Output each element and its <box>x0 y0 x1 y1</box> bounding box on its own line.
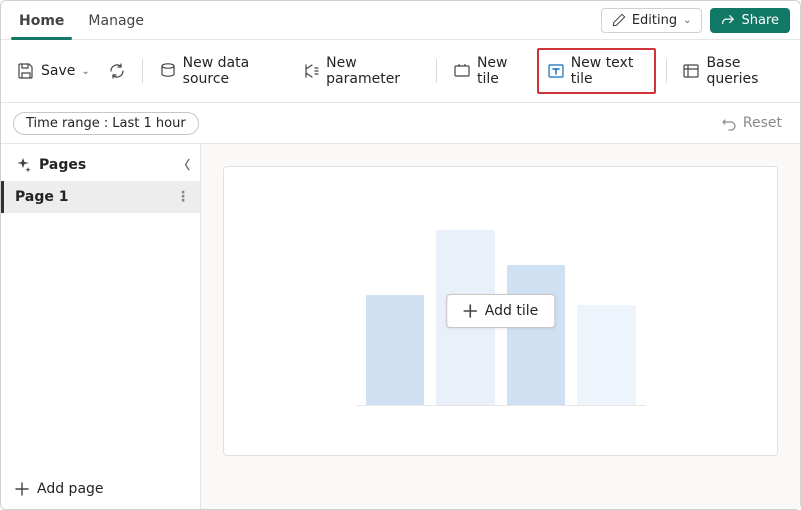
time-range-label: Time range : <box>26 116 108 131</box>
time-range-value: Last 1 hour <box>112 116 185 131</box>
page-item[interactable]: Page 1 ⋮ <box>1 181 200 213</box>
plus-icon <box>15 482 29 496</box>
share-label: Share <box>741 13 779 28</box>
new-tile-button[interactable]: New tile <box>447 51 531 91</box>
reset-label: Reset <box>743 115 782 131</box>
tab-home[interactable]: Home <box>11 7 72 39</box>
save-icon <box>17 62 35 80</box>
share-icon <box>721 13 735 27</box>
share-button[interactable]: Share <box>710 8 790 33</box>
toolbar-divider <box>666 59 667 83</box>
add-page-button[interactable]: Add page <box>1 469 200 509</box>
page-item-more-button[interactable]: ⋮ <box>176 190 190 204</box>
add-tile-label: Add tile <box>485 303 538 319</box>
time-range-pill[interactable]: Time range : Last 1 hour <box>13 112 199 135</box>
plus-icon <box>463 304 477 318</box>
refresh-icon <box>108 62 126 80</box>
parameter-icon <box>302 62 320 80</box>
editing-label: Editing <box>632 13 677 28</box>
editing-mode-button[interactable]: Editing ⌄ <box>601 8 703 33</box>
collapse-sidebar-button[interactable]: 〈 <box>178 156 190 173</box>
page-item-label: Page 1 <box>15 189 68 205</box>
reset-button[interactable]: Reset <box>715 111 788 135</box>
filter-bar: Time range : Last 1 hour Reset <box>1 103 800 144</box>
new-data-source-button[interactable]: New data source <box>153 51 291 91</box>
base-queries-label: Base queries <box>706 55 784 87</box>
highlight-new-text-tile: New text tile <box>537 48 656 94</box>
pages-title: Pages <box>39 157 86 173</box>
new-text-tile-label: New text tile <box>571 55 646 87</box>
chevron-down-icon: ⌄ <box>81 66 89 77</box>
dashboard-canvas: Add tile <box>223 166 778 456</box>
new-tile-label: New tile <box>477 55 525 87</box>
new-parameter-label: New parameter <box>326 55 420 87</box>
chart-bar <box>366 295 425 405</box>
pages-sidebar: Pages 〈 Page 1 ⋮ Add page <box>1 144 201 509</box>
new-text-tile-button[interactable]: New text tile <box>541 51 652 91</box>
chevron-down-icon: ⌄ <box>683 15 691 26</box>
refresh-button[interactable] <box>102 58 132 84</box>
pages-header: Pages 〈 <box>1 144 200 181</box>
canvas-area: Add tile <box>201 144 800 509</box>
tile-icon <box>453 62 471 80</box>
tab-manage[interactable]: Manage <box>80 7 152 39</box>
new-data-source-label: New data source <box>183 55 285 87</box>
undo-icon <box>721 115 737 131</box>
sparkle-icon <box>15 157 31 173</box>
chart-bar <box>507 265 566 405</box>
toolbar: Save ⌄ New data source New parameter New… <box>1 40 800 103</box>
save-label: Save <box>41 63 75 79</box>
base-queries-button[interactable]: Base queries <box>676 51 790 91</box>
text-tile-icon <box>547 62 565 80</box>
new-parameter-button[interactable]: New parameter <box>296 51 426 91</box>
pencil-icon <box>612 13 626 27</box>
save-button[interactable]: Save ⌄ <box>11 58 96 84</box>
add-page-label: Add page <box>37 481 104 497</box>
database-icon <box>159 62 177 80</box>
queries-icon <box>682 62 700 80</box>
toolbar-divider <box>436 59 437 83</box>
chart-bar <box>577 305 636 405</box>
toolbar-divider <box>142 59 143 83</box>
add-tile-button[interactable]: Add tile <box>446 294 555 328</box>
body: Pages 〈 Page 1 ⋮ Add page Add tile <box>1 144 800 509</box>
tab-strip: Home Manage Editing ⌄ Share <box>1 1 800 40</box>
